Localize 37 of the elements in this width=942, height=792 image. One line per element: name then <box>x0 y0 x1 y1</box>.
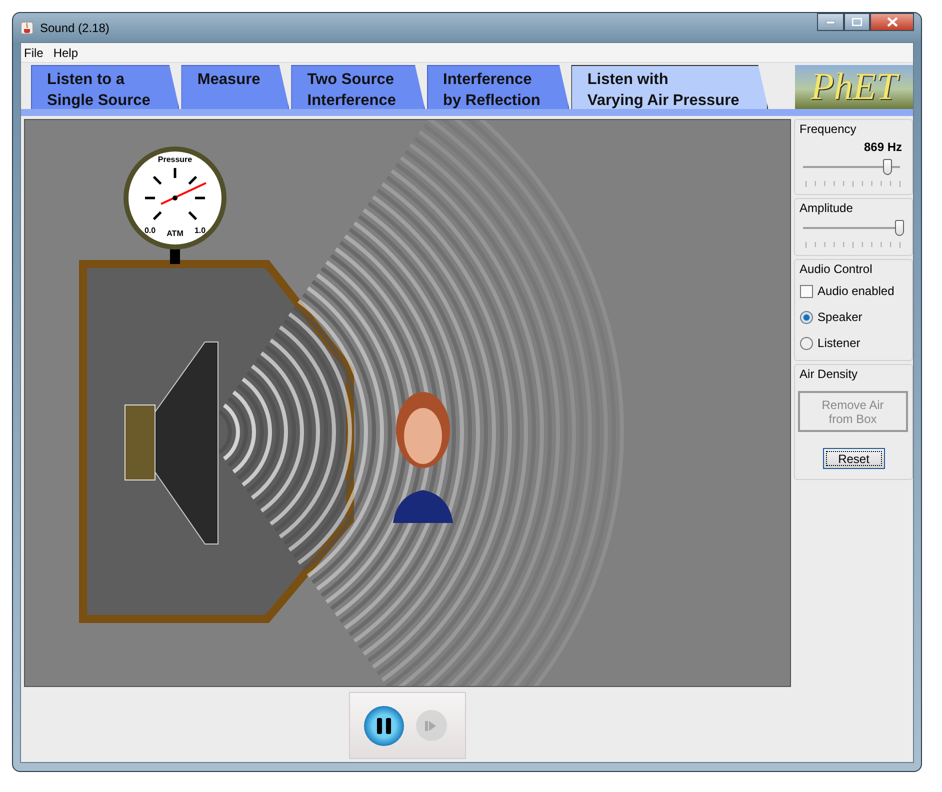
maximize-icon <box>852 18 862 26</box>
tab[interactable]: Measure <box>181 65 290 109</box>
menu-item[interactable]: File <box>24 46 44 60</box>
gauge-unit: ATM <box>166 229 184 238</box>
panel-title: Amplitude <box>800 201 854 215</box>
tab[interactable]: Interference by Reflection <box>427 65 570 109</box>
radio-label: Speaker <box>818 310 862 324</box>
radio-label: Listener <box>818 336 860 350</box>
radio-button[interactable] <box>800 336 813 350</box>
pause-icon <box>374 716 392 734</box>
minimize-button[interactable] <box>817 13 844 31</box>
minimize-icon <box>826 20 835 24</box>
step-icon <box>425 720 437 732</box>
reset-button[interactable]: Reset <box>822 448 885 469</box>
window-title: Sound (2.18) <box>40 20 110 34</box>
slider-thumb[interactable] <box>883 159 892 175</box>
radio-button[interactable] <box>800 310 813 324</box>
tab[interactable]: Listen to a Single Source <box>31 65 180 109</box>
maximize-button[interactable] <box>844 13 870 31</box>
menu-item[interactable]: Help <box>53 46 78 60</box>
close-button[interactable] <box>870 13 914 31</box>
tab[interactable]: Listen with Varying Air Pressure <box>571 65 768 109</box>
tab[interactable]: Two Source Interference <box>291 65 426 109</box>
frequency-reading: 869 Hz <box>864 140 902 154</box>
logo: PhET <box>795 65 913 109</box>
slider-thumb[interactable] <box>895 220 904 236</box>
pause-button[interactable] <box>364 706 404 746</box>
checkbox-label: Audio enabled <box>818 284 894 298</box>
gauge-max-label: 1.0 <box>194 226 206 235</box>
panel-title: Frequency <box>800 122 858 136</box>
close-icon <box>886 17 898 27</box>
gauge-min-label: 0.0 <box>144 226 156 235</box>
checkbox[interactable] <box>800 284 813 298</box>
panel-title: Audio Control <box>800 262 874 276</box>
gauge-title: Pressure <box>158 155 192 164</box>
java-cup-icon <box>20 20 34 34</box>
panel-title: Air Density <box>800 367 859 381</box>
